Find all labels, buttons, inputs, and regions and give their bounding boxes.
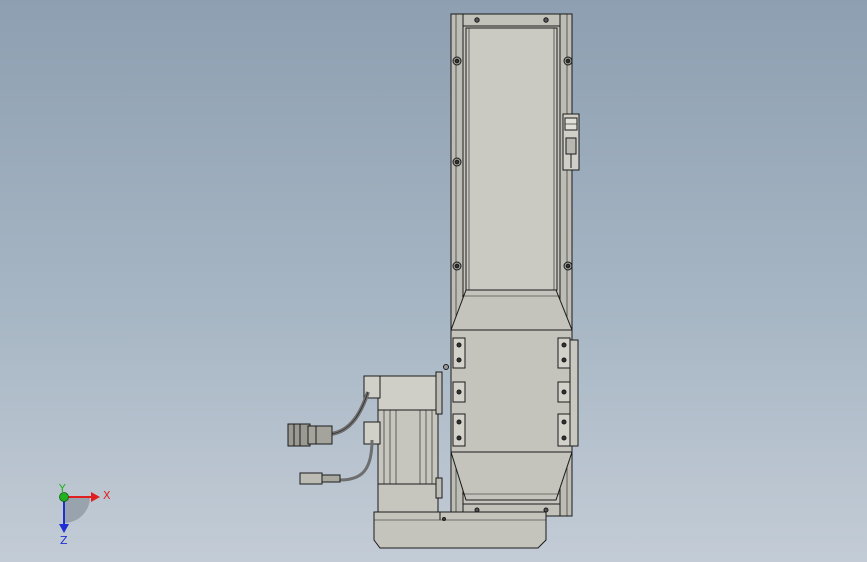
z-axis-label: Z <box>60 534 68 547</box>
carriage-grease-nipple <box>443 364 449 370</box>
encoder-cable <box>339 439 374 482</box>
graphics-viewport[interactable]: X Y Z <box>0 0 867 562</box>
actuator-carriage[interactable] <box>450 289 573 501</box>
x-axis-arrow <box>91 492 100 502</box>
limit-sensor[interactable] <box>562 113 580 171</box>
x-axis-label: X <box>103 489 111 502</box>
power-cable-plug <box>287 423 333 447</box>
servo-motor[interactable] <box>363 371 443 513</box>
coordinate-triad: X Y Z <box>58 482 111 547</box>
y-axis-label: Y <box>58 482 66 495</box>
linear-actuator-model[interactable] <box>287 13 580 549</box>
triad-shading <box>64 497 90 523</box>
z-axis-arrow <box>59 524 69 533</box>
actuator-cover-strip <box>465 27 558 291</box>
encoder-cable-plug <box>299 472 341 485</box>
power-cable <box>329 391 370 436</box>
motor-adapter-housing[interactable] <box>373 511 547 549</box>
top-cap-screw-right <box>543 17 549 23</box>
top-cap-screw-left <box>474 17 480 23</box>
